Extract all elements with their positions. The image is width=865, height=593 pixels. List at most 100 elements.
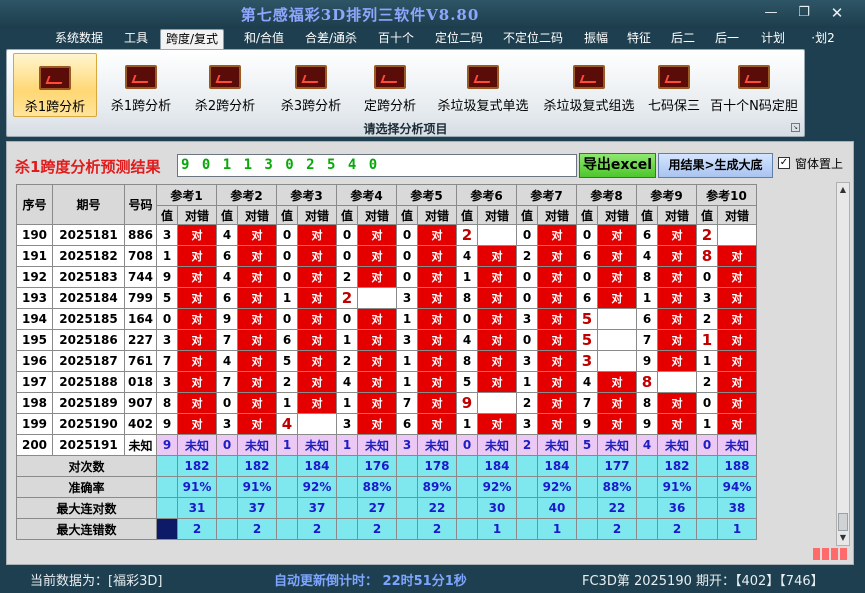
pin-window-checkbox[interactable]: ✓ bbox=[778, 157, 790, 169]
chart-icon bbox=[738, 65, 770, 89]
stats-value: 31 bbox=[177, 497, 217, 519]
menu-item-4[interactable]: 和/合值 bbox=[238, 29, 290, 49]
menu-item-14[interactable]: ·划2 bbox=[808, 29, 838, 49]
stats-value: 1 bbox=[717, 518, 757, 540]
stats-value: 2 bbox=[177, 518, 217, 540]
stats-value: 182 bbox=[237, 455, 277, 477]
cell-ref-value: 1 bbox=[276, 434, 298, 456]
stats-spacer bbox=[276, 455, 298, 477]
cell-ref-value: 4 bbox=[456, 329, 478, 351]
export-excel-button[interactable]: 导出excel bbox=[579, 153, 656, 178]
stats-label: 准确率 bbox=[16, 476, 157, 498]
subheader-hit: 对错 bbox=[477, 205, 517, 225]
ribbon-button-6[interactable]: 杀垃圾复式单选 bbox=[431, 53, 535, 117]
cell-ref-hit: 对 bbox=[417, 329, 457, 351]
cell-ref-value: 7 bbox=[396, 392, 418, 414]
cell-ref-hit: 未知 bbox=[597, 434, 637, 456]
cell-ref-hit: 对 bbox=[537, 287, 577, 309]
table-row: 199 2025190 402 9 对 3 对 4 3 对 6 对 1 对 3 对 9 对 9 对 1 对 bbox=[16, 413, 757, 435]
ribbon-button-8[interactable]: 七码保三 bbox=[643, 53, 705, 117]
cell-ref-value: 1 bbox=[276, 392, 298, 414]
ribbon-button-4[interactable]: 杀3跨分析 bbox=[271, 53, 351, 117]
menu-item-9[interactable]: 振幅 bbox=[576, 29, 616, 49]
stats-spacer bbox=[336, 476, 358, 498]
stats-spacer bbox=[336, 518, 358, 540]
table-row: 193 2025184 799 5 对 6 对 1 对 2 3 对 8 对 0 对 6 对 1 对 3 对 bbox=[16, 287, 757, 309]
cell-ref-value: 4 bbox=[576, 371, 598, 393]
cell-ref-hit bbox=[657, 371, 697, 393]
ribbon-launcher-icon[interactable]: ↘ bbox=[791, 123, 800, 132]
cell-period: 2025185 bbox=[52, 308, 125, 330]
stats-spacer bbox=[276, 476, 298, 498]
cell-ref-hit: 对 bbox=[417, 224, 457, 246]
maximize-button[interactable]: ❐ bbox=[791, 4, 817, 22]
cell-ref-value: 7 bbox=[576, 392, 598, 414]
scroll-up-icon[interactable]: ▲ bbox=[837, 183, 849, 197]
ribbon-button-3[interactable]: 杀2跨分析 bbox=[185, 53, 265, 117]
vertical-scrollbar[interactable]: ▲ ▼ bbox=[836, 182, 850, 546]
cell-ref-value: 8 bbox=[636, 392, 658, 414]
cell-ref-hit: 对 bbox=[657, 392, 697, 414]
menu-item-11[interactable]: 后二 bbox=[664, 29, 702, 49]
result-field[interactable]: 9 0 1 1 3 0 2 5 4 0 bbox=[177, 154, 577, 177]
stats-value: 182 bbox=[657, 455, 697, 477]
cell-ref-hit: 对 bbox=[537, 308, 577, 330]
cell-number: 708 bbox=[124, 245, 157, 267]
ribbon-caption: 请选择分析项目 bbox=[363, 122, 448, 136]
stats-spacer bbox=[696, 455, 718, 477]
cell-ref-value: 0 bbox=[276, 245, 298, 267]
menu-item-1[interactable]: 系统数据 bbox=[50, 29, 108, 49]
ribbon-button-9[interactable]: 百十个N码定胆 bbox=[707, 53, 801, 117]
cell-ref-value: 8 bbox=[636, 266, 658, 288]
cell-ref-hit: 对 bbox=[357, 413, 397, 435]
generate-base-button[interactable]: 用结果>生成大底 bbox=[658, 153, 773, 178]
stats-spacer bbox=[276, 518, 298, 540]
menu-item-5[interactable]: 合差/通杀 bbox=[298, 29, 364, 49]
ribbon-button-label: 定跨分析 bbox=[363, 99, 416, 114]
menu-item-3[interactable]: 跨度/复式 bbox=[160, 29, 224, 49]
cell-ref-hit: 对 bbox=[237, 392, 277, 414]
ribbon-button-2[interactable]: 杀1跨分析 bbox=[101, 53, 181, 117]
ribbon-button-1[interactable]: 杀1跨分析 bbox=[13, 53, 97, 117]
cell-ref-value: 9 bbox=[156, 434, 178, 456]
cell-ref-value: 7 bbox=[216, 329, 238, 351]
cell-ref-value: 6 bbox=[636, 224, 658, 246]
menu-item-8[interactable]: 不定位二码 bbox=[496, 29, 570, 49]
header-ref: 参考8 bbox=[576, 184, 637, 206]
menu-item-12[interactable]: 后一 bbox=[708, 29, 746, 49]
cell-ref-hit: 对 bbox=[237, 371, 277, 393]
stats-spacer bbox=[636, 518, 658, 540]
scroll-down-icon[interactable]: ▼ bbox=[837, 531, 849, 545]
cell-ref-hit: 对 bbox=[417, 350, 457, 372]
cell-ref-hit: 对 bbox=[597, 287, 637, 309]
menu-item-7[interactable]: 定位二码 bbox=[428, 29, 490, 49]
menu-item-2[interactable]: 工具 bbox=[116, 29, 156, 49]
cell-ref-value: 2 bbox=[696, 308, 718, 330]
cell-ref-hit: 对 bbox=[717, 350, 757, 372]
cell-ref-hit: 对 bbox=[417, 413, 457, 435]
ribbon-button-label: 杀垃圾复式组选 bbox=[543, 99, 635, 114]
resize-grip-icon[interactable] bbox=[813, 548, 849, 560]
ribbon-button-5[interactable]: 定跨分析 bbox=[357, 53, 423, 117]
cell-ref-hit: 对 bbox=[357, 350, 397, 372]
minimize-button[interactable]: — bbox=[758, 4, 784, 22]
subheader-value: 值 bbox=[396, 205, 418, 225]
cell-ref-hit: 对 bbox=[717, 371, 757, 393]
close-button[interactable]: ✕ bbox=[824, 4, 850, 22]
cell-seq: 198 bbox=[16, 392, 53, 414]
cell-ref-value: 0 bbox=[276, 224, 298, 246]
cell-period: 2025181 bbox=[52, 224, 125, 246]
cell-ref-value: 3 bbox=[216, 413, 238, 435]
menu-item-10[interactable]: 特征 bbox=[620, 29, 658, 49]
stats-value: 38 bbox=[717, 497, 757, 519]
stats-spacer bbox=[696, 476, 718, 498]
menu-item-6[interactable]: 百十个 bbox=[372, 29, 420, 49]
cell-ref-value: 6 bbox=[396, 413, 418, 435]
cell-ref-value: 0 bbox=[516, 329, 538, 351]
ribbon-button-7[interactable]: 杀垃圾复式组选 bbox=[539, 53, 639, 117]
cell-ref-hit: 对 bbox=[477, 245, 517, 267]
scroll-thumb[interactable] bbox=[838, 513, 848, 531]
cell-ref-hit: 对 bbox=[237, 413, 277, 435]
menu-item-13[interactable]: 计划 bbox=[752, 29, 794, 49]
chart-icon bbox=[374, 65, 406, 89]
